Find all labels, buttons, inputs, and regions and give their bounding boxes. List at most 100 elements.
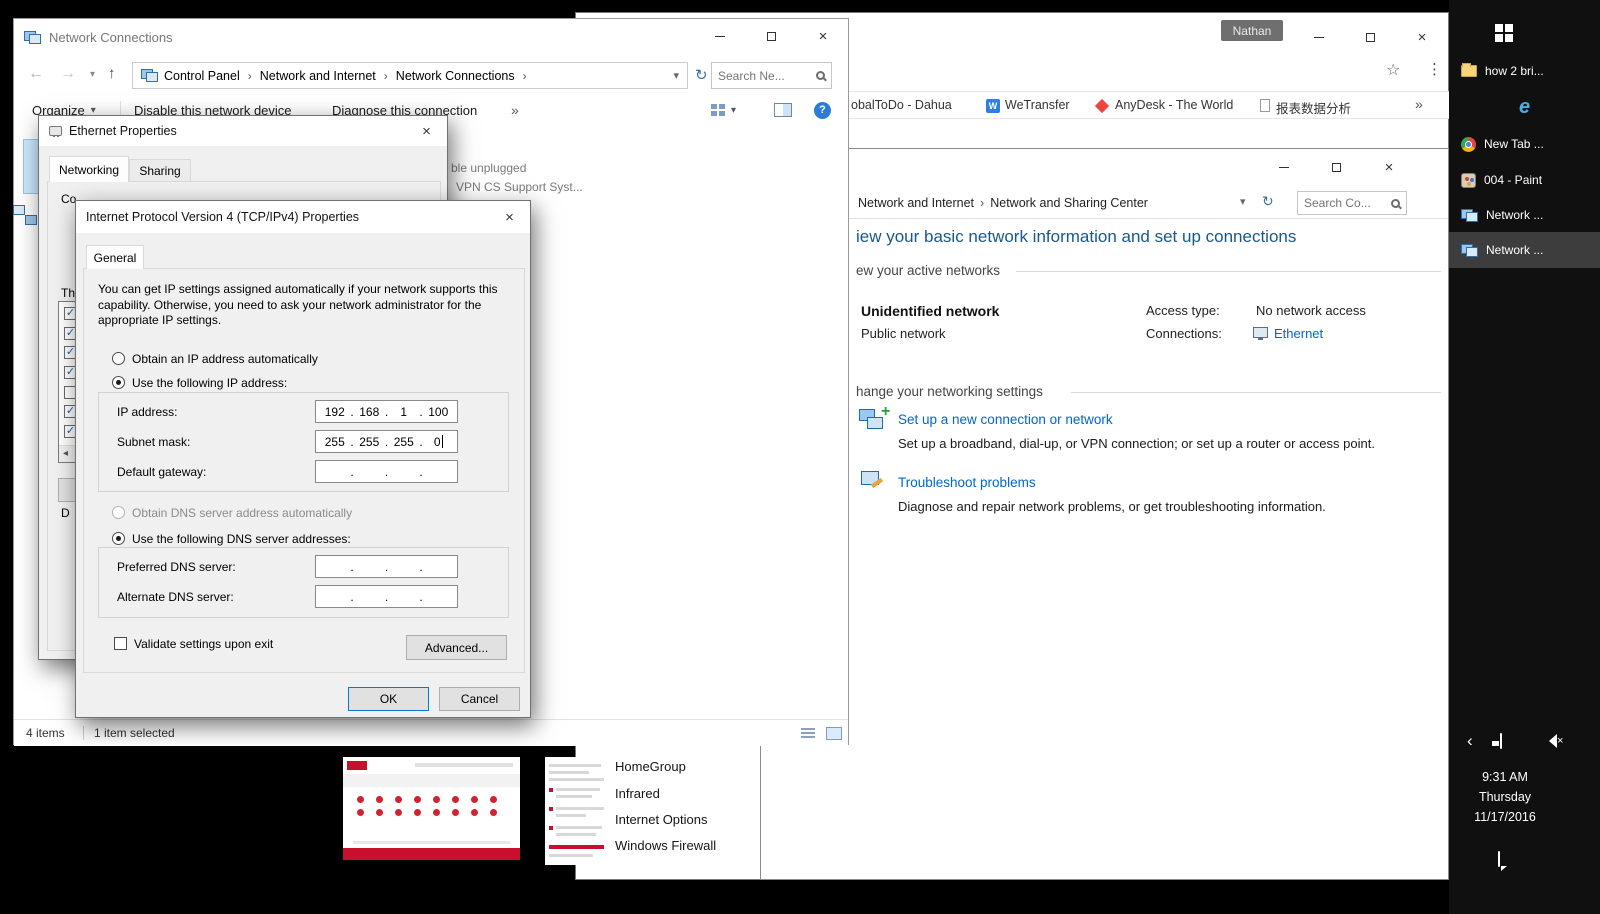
- browser-profile-badge[interactable]: Nathan: [1221, 20, 1283, 41]
- octet-separator: .: [383, 590, 390, 604]
- action-center-icon[interactable]: [1498, 851, 1500, 867]
- refresh-icon[interactable]: ↻: [1262, 193, 1274, 210]
- nsc-close-button[interactable]: ×: [1373, 155, 1405, 179]
- taskbar-item-network-2[interactable]: Network ...: [1449, 232, 1600, 268]
- octet-separator: .: [418, 435, 425, 449]
- webpage-thumbnail[interactable]: [343, 757, 520, 860]
- nsc-maximize-button[interactable]: [1320, 155, 1352, 179]
- eth-close-button[interactable]: ×: [409, 119, 444, 143]
- ipv4-close-button[interactable]: ×: [487, 205, 532, 229]
- nc-minimize-button[interactable]: [705, 24, 735, 48]
- ip-address-field[interactable]: 192.168.1.100: [315, 400, 458, 423]
- back-icon[interactable]: ←: [28, 65, 44, 83]
- browser-maximize-button[interactable]: [1355, 25, 1385, 49]
- bookmarks-overflow-icon[interactable]: »: [1415, 96, 1423, 112]
- alternate-dns-field[interactable]: ...: [315, 585, 458, 608]
- webpage-thumbnail[interactable]: [545, 757, 611, 865]
- taskbar-item-folder[interactable]: how 2 bri...: [1449, 53, 1600, 89]
- tab-general[interactable]: General: [86, 245, 144, 269]
- nc-close-button[interactable]: ×: [808, 24, 838, 48]
- octet: 255: [390, 435, 418, 449]
- folder-icon: [1461, 65, 1477, 77]
- bookmark-item[interactable]: WeTransfer: [1005, 98, 1070, 112]
- cp-item-windows-firewall[interactable]: Windows Firewall: [615, 838, 716, 853]
- help-icon[interactable]: ?: [814, 102, 831, 119]
- up-icon[interactable]: ↑: [108, 65, 116, 82]
- address-bar[interactable]: Control Panel › Network and Internet › N…: [132, 62, 688, 89]
- cp-item-internet-options[interactable]: Internet Options: [615, 812, 708, 827]
- new-connection-icon: +: [859, 407, 891, 435]
- radio-use-dns[interactable]: Use the following DNS server addresses:: [112, 531, 351, 546]
- cancel-button[interactable]: Cancel: [439, 687, 520, 711]
- network-connections-icon: [24, 31, 41, 44]
- octet-separator: .: [349, 435, 356, 449]
- details-view-icon[interactable]: [801, 727, 816, 739]
- forward-icon[interactable]: →: [60, 65, 76, 83]
- breadcrumb-item[interactable]: Network and Internet: [260, 69, 376, 83]
- nc-statusbar: 4 items 1 item selected: [14, 719, 848, 746]
- taskbar-clock[interactable]: 9:31 AM Thursday 11/17/2016: [1449, 770, 1561, 824]
- toolbar-overflow-icon[interactable]: »: [511, 102, 519, 118]
- octet-separator: .: [418, 405, 425, 419]
- browser-menu-icon[interactable]: ⋮: [1427, 60, 1442, 78]
- window-title: Network Connections: [49, 30, 173, 45]
- bookmark-item[interactable]: obalToDo - Dahua: [851, 98, 952, 112]
- validate-checkbox-row[interactable]: Validate settings upon exit: [114, 636, 273, 651]
- troubleshoot-link[interactable]: Troubleshoot problems: [898, 475, 1036, 490]
- history-dropdown-icon[interactable]: ▾: [90, 69, 95, 80]
- breadcrumb-item[interactable]: Network and Internet: [858, 196, 974, 210]
- bookmark-item[interactable]: 报表数据分析: [1276, 98, 1351, 117]
- nc-search-input[interactable]: [718, 69, 816, 83]
- checkbox[interactable]: [114, 637, 127, 650]
- browser-close-button[interactable]: ×: [1407, 25, 1437, 49]
- eth-titlebar[interactable]: Ethernet Properties: [39, 116, 447, 146]
- search-icon: [1391, 199, 1400, 208]
- nsc-minimize-button[interactable]: [1268, 155, 1300, 179]
- breadcrumb-separator: ›: [974, 196, 990, 210]
- taskbar-item-ie[interactable]: e: [1449, 89, 1600, 125]
- ok-button[interactable]: OK: [348, 687, 429, 711]
- ipv4-titlebar[interactable]: Internet Protocol Version 4 (TCP/IPv4) P…: [76, 201, 530, 233]
- nc-search-box[interactable]: [711, 62, 832, 89]
- radio-use-ip[interactable]: Use the following IP address:: [112, 375, 287, 390]
- ethernet-link[interactable]: Ethernet: [1274, 326, 1323, 341]
- preferred-dns-field[interactable]: ...: [315, 555, 458, 578]
- advanced-button[interactable]: Advanced...: [406, 635, 507, 660]
- tray-expand-icon[interactable]: ‹: [1467, 731, 1473, 751]
- taskbar-item-paint[interactable]: 004 - Paint: [1449, 162, 1600, 198]
- this-connection-label-fragment: Th: [61, 286, 75, 300]
- address-dropdown-icon[interactable]: ▾: [1240, 195, 1246, 208]
- radio-obtain-ip[interactable]: Obtain an IP address automatically: [112, 351, 318, 366]
- favorite-star-icon[interactable]: ☆: [1386, 60, 1400, 80]
- preview-pane-icon[interactable]: [774, 103, 792, 117]
- breadcrumb-item[interactable]: Network and Sharing Center: [990, 196, 1148, 210]
- nc-maximize-button[interactable]: [756, 24, 786, 48]
- cp-item-infrared[interactable]: Infrared: [615, 786, 660, 801]
- setup-connection-link[interactable]: Set up a new connection or network: [898, 412, 1113, 427]
- tab-networking[interactable]: Networking: [49, 156, 129, 182]
- default-gateway-field[interactable]: ...: [315, 460, 458, 483]
- octet: 168: [356, 405, 384, 419]
- refresh-icon[interactable]: ↻: [695, 66, 708, 84]
- tab-sharing[interactable]: Sharing: [129, 159, 191, 182]
- address-dropdown-icon[interactable]: ▾: [673, 69, 679, 82]
- connection-name-text: VPN CS Support Syst...: [456, 180, 583, 194]
- nsc-search-box[interactable]: [1297, 191, 1407, 215]
- subnet-mask-field[interactable]: 255.255.255.0: [315, 430, 458, 453]
- start-button[interactable]: [1495, 24, 1513, 42]
- breadcrumb-item[interactable]: Control Panel: [164, 69, 240, 83]
- nsc-search-input[interactable]: [1304, 196, 1391, 210]
- taskbar-item-new-tab[interactable]: New Tab ...: [1449, 126, 1600, 162]
- octet: 1: [390, 405, 418, 419]
- breadcrumb-item[interactable]: Network Connections: [396, 69, 515, 83]
- taskbar-item-network-1[interactable]: Network ...: [1449, 197, 1600, 233]
- network-status-icon[interactable]: [1500, 733, 1502, 749]
- cp-item-homegroup[interactable]: HomeGroup: [615, 759, 686, 774]
- thumbnail-view-icon[interactable]: [826, 727, 842, 740]
- bookmark-item[interactable]: AnyDesk - The World: [1115, 98, 1233, 112]
- view-mode-button[interactable]: ▾: [711, 104, 736, 117]
- octet: 100: [425, 405, 453, 419]
- network-icon: [1461, 244, 1478, 257]
- scroll-left-icon[interactable]: ◂: [63, 448, 68, 459]
- browser-minimize-button[interactable]: [1304, 25, 1334, 49]
